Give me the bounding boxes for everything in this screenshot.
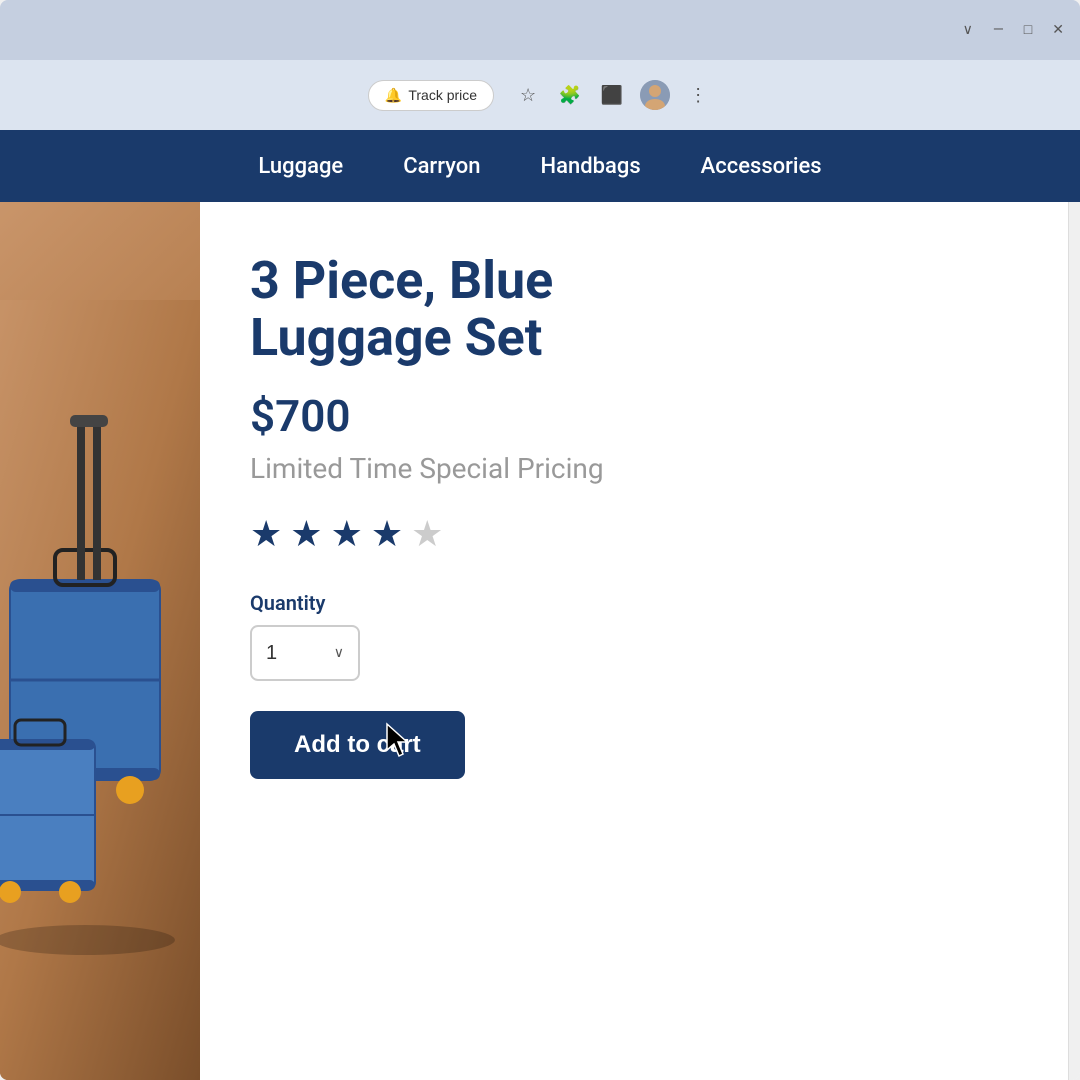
track-price-label: Track price — [408, 87, 477, 103]
product-image — [0, 300, 200, 1080]
window-controls: ∨ — □ ✕ — [963, 23, 1064, 37]
star-2: ★ — [290, 513, 322, 555]
nav-item-luggage[interactable]: Luggage — [258, 154, 343, 179]
picture-in-picture-icon[interactable]: ⬛ — [598, 81, 626, 109]
product-image-panel — [0, 202, 200, 1080]
avatar[interactable] — [640, 80, 670, 110]
maximize-icon[interactable]: □ — [1024, 23, 1032, 37]
site-main: 3 Piece, Blue Luggage Set $700 Limited T… — [0, 202, 1080, 1080]
star-icon[interactable]: ☆ — [514, 81, 542, 109]
nav-item-carryon[interactable]: Carryon — [403, 154, 480, 179]
star-rating: ★ ★ ★ ★ ★ — [250, 513, 1028, 555]
browser-toolbar: 🔔 Track price ☆ 🧩 ⬛ ⋮ — [0, 60, 1080, 130]
product-price: $700 — [250, 390, 1028, 442]
add-to-cart-button[interactable]: Add to cart — [250, 711, 465, 779]
address-bar-area: 🔔 Track price — [368, 80, 494, 111]
browser-titlebar: ∨ — □ ✕ — [0, 0, 1080, 60]
chevron-down-icon[interactable]: ∨ — [963, 23, 973, 37]
star-1: ★ — [250, 513, 282, 555]
website: Luggage Carryon Handbags Accessories — [0, 130, 1080, 1080]
close-icon[interactable]: ✕ — [1052, 23, 1064, 37]
minimize-icon[interactable]: — — [993, 23, 1004, 37]
star-3: ★ — [331, 513, 363, 555]
star-4: ★ — [371, 513, 403, 555]
track-price-button[interactable]: 🔔 Track price — [368, 80, 494, 111]
product-details-wrapper: 3 Piece, Blue Luggage Set $700 Limited T… — [200, 202, 1068, 1080]
product-details: 3 Piece, Blue Luggage Set $700 Limited T… — [200, 202, 1068, 819]
product-title: 3 Piece, Blue Luggage Set — [250, 252, 1028, 366]
toolbar-icons: ☆ 🧩 ⬛ ⋮ — [514, 80, 712, 110]
bell-icon: 🔔 — [385, 87, 402, 104]
nav-item-accessories[interactable]: Accessories — [701, 154, 822, 179]
extensions-icon[interactable]: 🧩 — [556, 81, 584, 109]
star-5: ★ — [411, 513, 443, 555]
browser-frame: ∨ — □ ✕ 🔔 Track price ☆ 🧩 ⬛ ⋮ — [0, 0, 1080, 1080]
site-nav: Luggage Carryon Handbags Accessories — [0, 130, 1080, 202]
quantity-label: Quantity — [250, 591, 1028, 615]
nav-item-handbags[interactable]: Handbags — [541, 154, 641, 179]
more-options-icon[interactable]: ⋮ — [684, 81, 712, 109]
quantity-selector[interactable]: 1 2 3 ∨ — [250, 625, 360, 681]
quantity-dropdown[interactable]: 1 2 3 — [266, 642, 326, 664]
product-special-pricing: Limited Time Special Pricing — [250, 452, 1028, 485]
chevron-down-icon: ∨ — [334, 645, 344, 661]
scrollbar-track[interactable] — [1068, 202, 1080, 1080]
